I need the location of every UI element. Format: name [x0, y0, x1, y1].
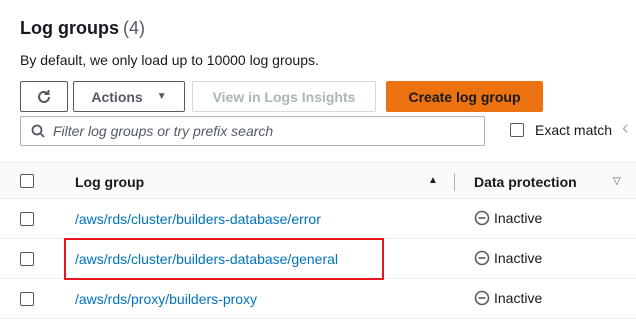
exact-match-label: Exact match — [535, 122, 613, 138]
table-row: /aws/rds/cluster/builders-database/gener… — [0, 239, 636, 279]
exact-match-toggle[interactable]: Exact match — [510, 122, 612, 138]
inactive-status-icon — [474, 250, 490, 266]
status-text: Inactive — [494, 250, 543, 266]
table-row: /aws/rds/proxy/builders-proxy Inactive — [0, 279, 636, 319]
search-placeholder: Filter log groups or try prefix search — [53, 123, 274, 139]
table-header: Log group ▲ Data protection ▽ — [0, 162, 636, 199]
caret-down-icon: ▼ — [156, 91, 167, 102]
actions-label: Actions — [91, 88, 143, 105]
data-protection-status: Inactive — [474, 250, 542, 266]
refresh-button[interactable] — [20, 81, 68, 112]
sort-ascending-icon[interactable]: ▲ — [428, 175, 438, 186]
chevron-left-icon[interactable]: ‹ — [622, 117, 629, 140]
search-input[interactable]: Filter log groups or try prefix search — [20, 116, 485, 146]
view-in-logs-insights-button[interactable]: View in Logs Insights — [192, 81, 376, 112]
page-description: By default, we only load up to 10000 log… — [20, 52, 319, 68]
column-divider — [454, 173, 455, 191]
table-row: /aws/rds/cluster/builders-database/error… — [0, 199, 636, 239]
status-text: Inactive — [494, 290, 543, 306]
log-group-link[interactable]: /aws/rds/proxy/builders-proxy — [75, 291, 257, 307]
row-checkbox[interactable] — [20, 292, 34, 306]
inactive-status-icon — [474, 210, 490, 226]
log-group-link[interactable]: /aws/rds/cluster/builders-database/error — [75, 211, 321, 227]
log-group-link[interactable]: /aws/rds/cluster/builders-database/gener… — [75, 251, 338, 267]
log-group-count: (4) — [122, 18, 145, 38]
data-protection-status: Inactive — [474, 290, 542, 306]
exact-match-checkbox[interactable] — [510, 123, 524, 137]
actions-dropdown-button[interactable]: Actions ▼ — [73, 81, 185, 112]
column-header-log-group[interactable]: Log group — [75, 174, 144, 190]
page-title-text: Log groups — [20, 18, 119, 38]
create-log-group-button[interactable]: Create log group — [386, 81, 543, 112]
row-checkbox[interactable] — [20, 212, 34, 226]
log-groups-panel: Log groups (4) By default, we only load u… — [0, 0, 636, 322]
status-text: Inactive — [494, 210, 543, 226]
search-icon — [31, 124, 45, 138]
data-protection-status: Inactive — [474, 210, 542, 226]
row-checkbox[interactable] — [20, 252, 34, 266]
refresh-icon — [35, 88, 53, 106]
select-all-checkbox[interactable] — [20, 174, 34, 188]
page-title: Log groups (4) — [20, 18, 145, 39]
inactive-status-icon — [474, 290, 490, 306]
sort-descending-icon[interactable]: ▽ — [613, 176, 621, 187]
column-header-data-protection[interactable]: Data protection — [474, 174, 577, 190]
